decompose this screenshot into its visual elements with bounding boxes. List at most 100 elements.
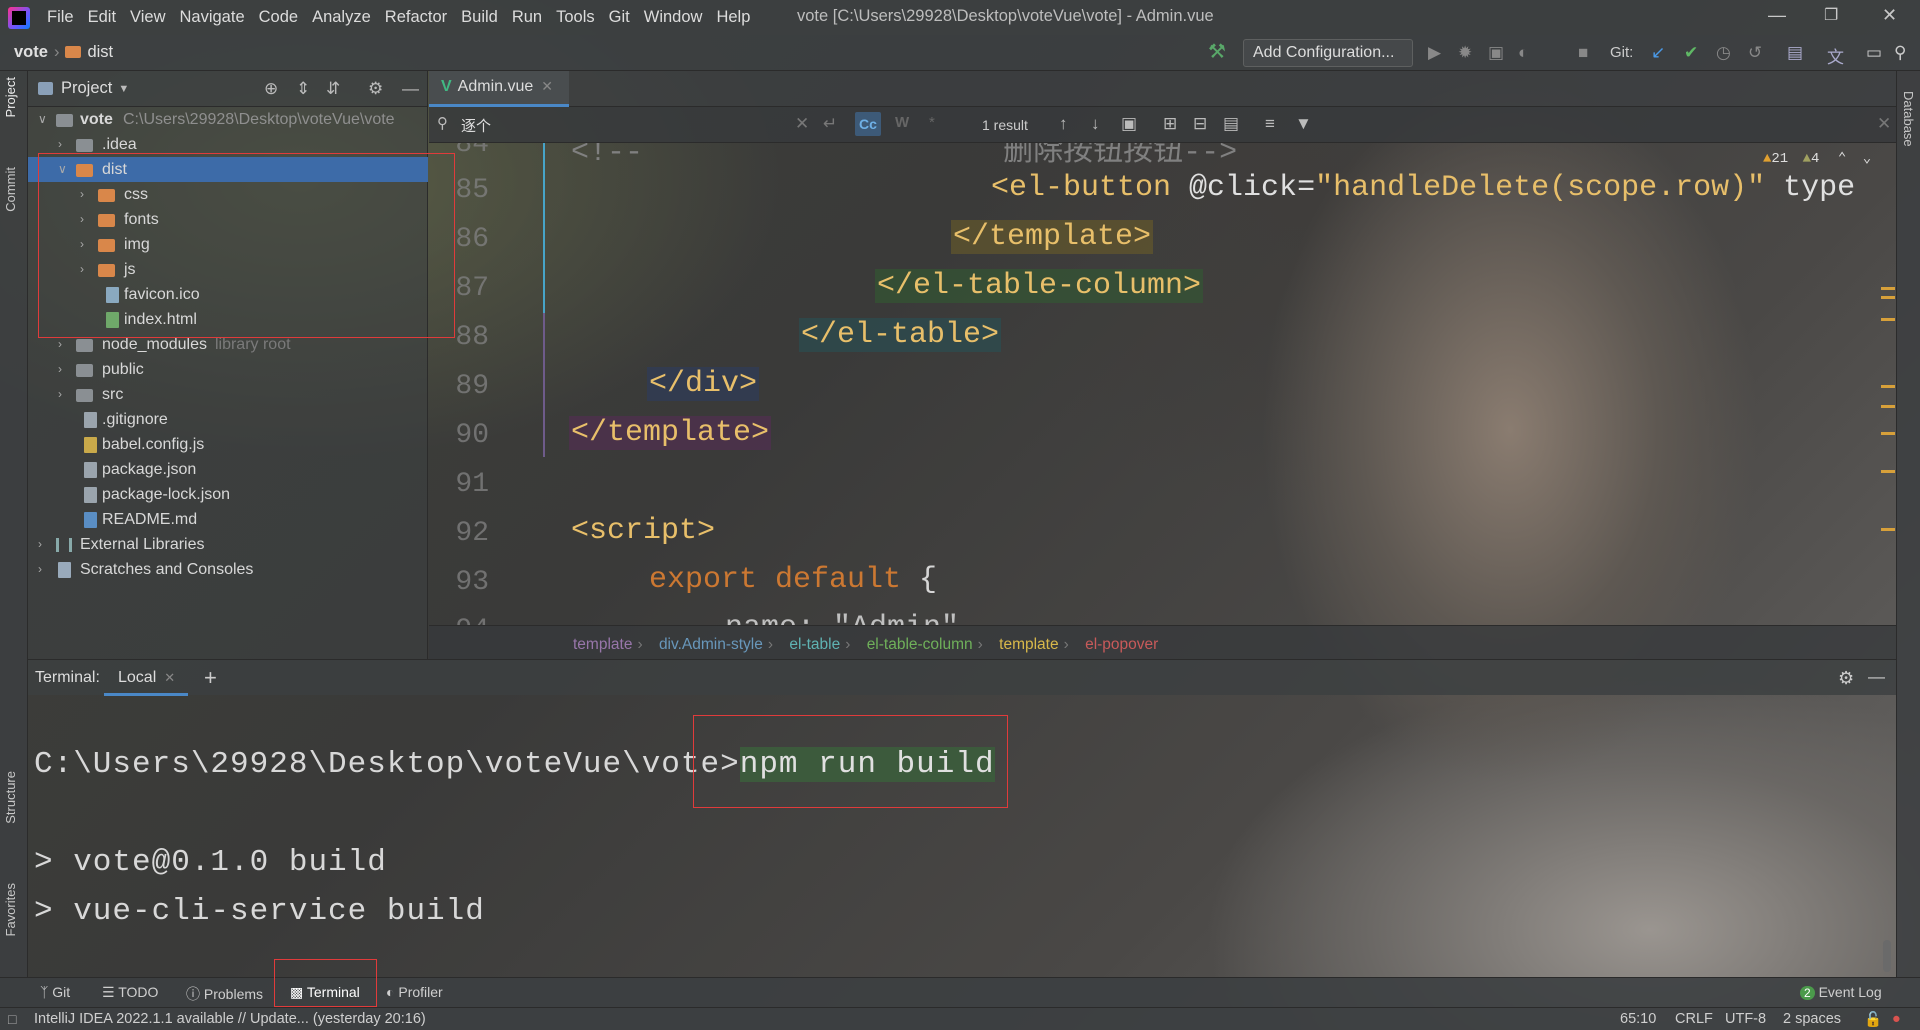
words-toggle[interactable]: W [895,114,909,131]
menu-git[interactable]: Git [602,8,637,27]
stop-icon[interactable]: ■ [1578,43,1588,63]
crumb-div[interactable]: div.Admin-style [659,636,763,653]
tab-admin-vue[interactable]: V Admin.vue ✕ [429,71,569,107]
chevron-down-icon[interactable]: ▼ [118,83,129,95]
menu-run[interactable]: Run [505,8,549,27]
tree-item-src[interactable]: › src [28,382,428,407]
favorites-tool-tab[interactable]: Favorites [3,883,18,936]
git-history-icon[interactable]: ◷ [1716,43,1731,63]
git-update-icon[interactable]: ↙ [1651,43,1665,63]
collapse-all-icon[interactable]: ⇵ [326,79,340,99]
toggle-tool-windows-icon[interactable]: □ [8,1011,16,1027]
presentation-icon[interactable]: ▭ [1866,43,1882,63]
menu-navigate[interactable]: Navigate [173,8,252,27]
menu-help[interactable]: Help [709,8,757,27]
tree-item-public[interactable]: › public [28,357,428,382]
hide-panel-icon[interactable]: — [402,79,419,99]
menu-build[interactable]: Build [454,8,505,27]
chevron-down-icon[interactable]: ∨ [38,107,47,132]
match-case-toggle[interactable]: Cc [855,112,881,136]
run-icon[interactable]: ▶ [1428,43,1441,63]
tree-item-scratches[interactable]: › Scratches and Consoles [28,557,428,582]
line-separator[interactable]: CRLF [1675,1011,1713,1027]
build-hammer-icon[interactable]: ⚒ [1208,39,1226,64]
menu-view[interactable]: View [123,8,172,27]
chevron-right-icon[interactable]: › [38,532,42,557]
tool-git[interactable]: ᛉ Git [40,984,70,1000]
terminal-output[interactable]: C:\Users\29928\Desktop\voteVue\vote>npm … [28,695,1896,977]
chevron-up-icon[interactable]: ⌃ [1838,151,1846,167]
menu-code[interactable]: Code [252,8,305,27]
structure-tool-tab[interactable]: Structure [3,771,18,824]
project-tool-tab[interactable]: Project [3,77,18,117]
minimize-icon[interactable]: — [1768,5,1786,26]
breadcrumb-folder[interactable]: dist [87,43,113,61]
status-message[interactable]: IntelliJ IDEA 2022.1.1 available // Upda… [34,1011,426,1027]
tree-item-external-libraries[interactable]: › External Libraries [28,532,428,557]
menu-refactor[interactable]: Refactor [378,8,454,27]
tool-problems[interactable]: ⓘ Problems [186,984,263,1004]
tool-event-log[interactable]: 2 Event Log [1800,984,1882,1000]
debug-icon[interactable]: ✹ [1458,43,1472,63]
select-all-matches-icon[interactable]: ▤ [1223,114,1239,134]
commit-tool-tab[interactable]: Commit [3,167,18,212]
gear-icon[interactable]: ⚙ [1838,668,1854,689]
lock-icon[interactable]: 🔓 [1864,1011,1882,1028]
restore-icon[interactable]: ❐ [1824,5,1838,25]
file-encoding[interactable]: UTF-8 [1725,1011,1766,1027]
regex-toggle[interactable]: * [929,114,935,131]
tool-todo[interactable]: ☰ TODO [102,984,158,1001]
chevron-right-icon[interactable]: › [58,357,62,382]
terminal-scrollbar[interactable] [1883,940,1891,972]
inspection-widget[interactable]: ▲21 ▲4 ⌃ ⌄ [1763,150,1871,167]
code-editor[interactable]: 84 <!-- 删除按钮按钮--> 85 <el-button @click="… [429,143,1896,625]
previous-occurrence-icon[interactable]: ↑ [1059,114,1068,134]
crumb-el-table[interactable]: el-table [789,636,840,653]
close-tab-icon[interactable]: ✕ [164,670,175,685]
gear-icon[interactable]: ⚙ [368,79,383,99]
select-all-occurrences-icon[interactable]: ▣ [1121,114,1137,134]
find-input[interactable]: 逐个 [461,115,491,136]
indent-setting[interactable]: 2 spaces [1783,1011,1841,1027]
profile-icon[interactable]: ◐ [1518,43,1528,63]
notifications-icon[interactable]: ● [1892,1011,1901,1027]
coverage-icon[interactable]: ▣ [1488,43,1504,63]
tree-item-package-json[interactable]: package.json [28,457,428,482]
crumb-template[interactable]: template [573,636,632,653]
chevron-right-icon[interactable]: › [38,557,42,582]
tree-item-babel-config[interactable]: babel.config.js [28,432,428,457]
remove-occurrence-icon[interactable]: ⊟ [1193,114,1207,134]
caret-position[interactable]: 65:10 [1620,1011,1656,1027]
close-find-icon[interactable]: ✕ [1877,114,1891,134]
translate-icon[interactable]: 文 [1827,43,1844,68]
clear-search-icon[interactable]: ✕ [795,114,809,134]
tool-profiler[interactable]: ◐ Profiler [386,984,443,1000]
filter-icon[interactable]: ▼ [1295,114,1312,134]
tree-item-readme[interactable]: README.md [28,507,428,532]
git-commit-icon[interactable]: ✔ [1684,43,1698,63]
crumb-template[interactable]: template [999,636,1058,653]
crumb-el-table-column[interactable]: el-table-column [867,636,973,653]
breadcrumb-project[interactable]: vote [14,43,48,61]
new-terminal-icon[interactable]: + [204,665,217,691]
filter-options-icon[interactable]: ≡ [1265,114,1275,134]
tree-item-package-lock[interactable]: package-lock.json [28,482,428,507]
hide-panel-icon[interactable]: — [1868,667,1885,687]
expand-all-icon[interactable]: ⇕ [296,79,310,99]
git-rollback-icon[interactable]: ↺ [1748,43,1762,63]
project-structure-icon[interactable]: ▤ [1787,43,1803,63]
new-line-icon[interactable]: ↵ [823,114,837,134]
crumb-el-popover[interactable]: el-popover [1085,636,1158,653]
next-occurrence-icon[interactable]: ↓ [1091,114,1100,134]
database-tool-tab[interactable]: Database [1901,91,1916,147]
chevron-right-icon[interactable]: › [58,382,62,407]
menu-file[interactable]: File [40,8,81,27]
menu-analyze[interactable]: Analyze [305,8,378,27]
tree-item-vote[interactable]: ∨ vote C:\Users\29928\Desktop\voteVue\vo… [28,107,428,132]
tree-item-gitignore[interactable]: .gitignore [28,407,428,432]
close-tab-icon[interactable]: ✕ [541,78,553,94]
search-icon[interactable]: ⚲ [1894,43,1906,63]
close-icon[interactable]: ✕ [1882,5,1897,26]
menu-edit[interactable]: Edit [81,8,123,27]
locate-file-icon[interactable]: ⊕ [264,79,278,99]
